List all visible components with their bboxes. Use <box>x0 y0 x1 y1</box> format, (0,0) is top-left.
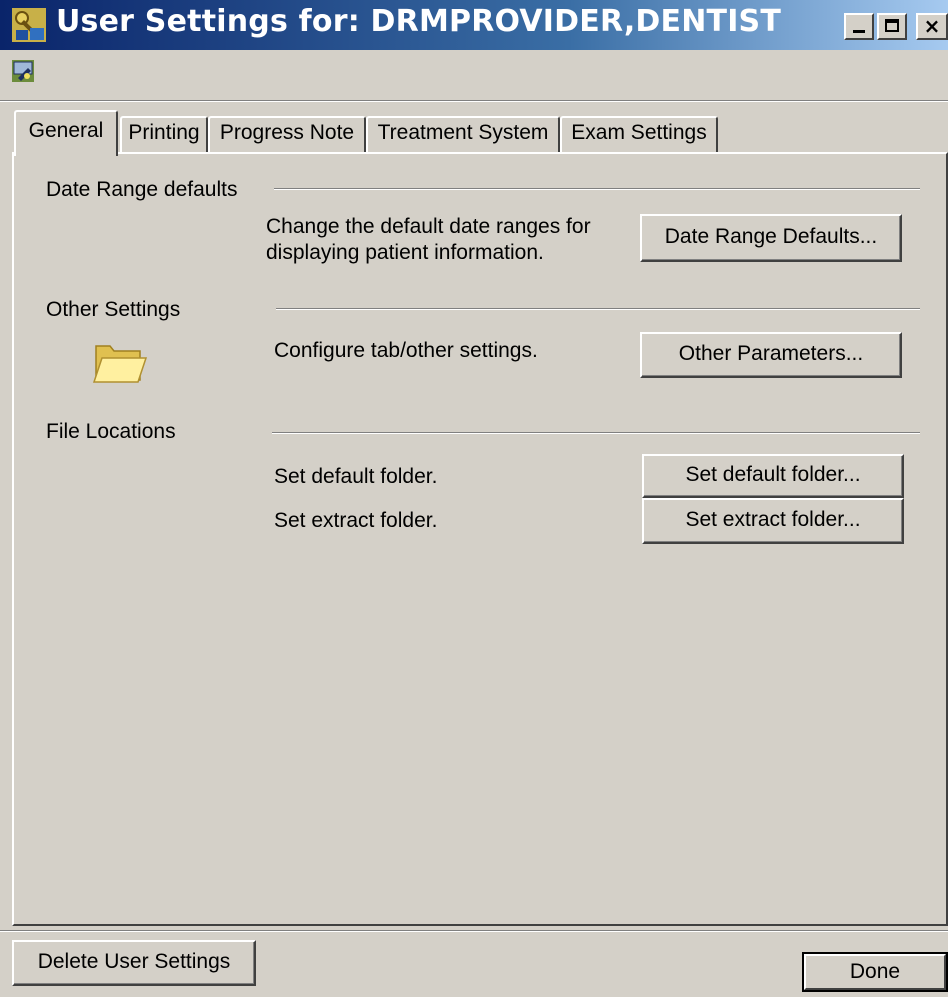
extract-folder-desc: Set extract folder. <box>274 509 438 532</box>
minimize-icon <box>853 30 865 33</box>
tab-general[interactable]: General <box>14 110 118 156</box>
close-button[interactable]: × <box>916 13 948 40</box>
date-range-desc-line2: displaying patient information. <box>266 241 544 264</box>
footer-separator <box>0 930 948 932</box>
maximize-button[interactable] <box>877 13 907 40</box>
other-parameters-button[interactable]: Other Parameters... <box>640 332 902 378</box>
date-range-divider <box>274 188 920 190</box>
close-icon: × <box>923 14 941 38</box>
general-tab-panel: Date Range defaults Change the default d… <box>12 152 948 926</box>
date-range-heading: Date Range defaults <box>46 178 238 201</box>
file-locations-divider <box>272 432 920 434</box>
set-default-folder-button[interactable]: Set default folder... <box>642 454 904 498</box>
other-settings-desc: Configure tab/other settings. <box>274 339 538 362</box>
other-settings-heading: Other Settings <box>46 298 181 321</box>
window-title: User Settings for: DRMPROVIDER,DENTIST <box>56 4 782 39</box>
keys-icon <box>12 8 46 42</box>
title-bar[interactable]: User Settings for: DRMPROVIDER,DENTIST × <box>0 0 948 50</box>
file-locations-heading: File Locations <box>46 420 176 443</box>
toolbar-separator <box>0 100 948 102</box>
user-settings-icon[interactable] <box>12 60 34 82</box>
tab-treatment-system[interactable]: Treatment System <box>366 116 560 152</box>
date-range-desc-line1: Change the default date ranges for <box>266 215 591 238</box>
other-settings-divider <box>276 308 920 310</box>
date-range-defaults-button[interactable]: Date Range Defaults... <box>640 214 902 262</box>
done-button[interactable]: Done <box>802 952 948 992</box>
default-folder-desc: Set default folder. <box>274 465 438 488</box>
minimize-button[interactable] <box>844 13 874 40</box>
delete-user-settings-button[interactable]: Delete User Settings <box>12 940 256 986</box>
tab-progress-note[interactable]: Progress Note <box>208 116 366 152</box>
done-button-label: Done <box>804 954 946 990</box>
tab-exam-settings[interactable]: Exam Settings <box>560 116 718 152</box>
set-extract-folder-button[interactable]: Set extract folder... <box>642 498 904 544</box>
maximize-icon <box>885 19 899 32</box>
tab-printing[interactable]: Printing <box>120 116 208 152</box>
folder-icon <box>92 345 148 383</box>
toolbar <box>0 52 948 100</box>
